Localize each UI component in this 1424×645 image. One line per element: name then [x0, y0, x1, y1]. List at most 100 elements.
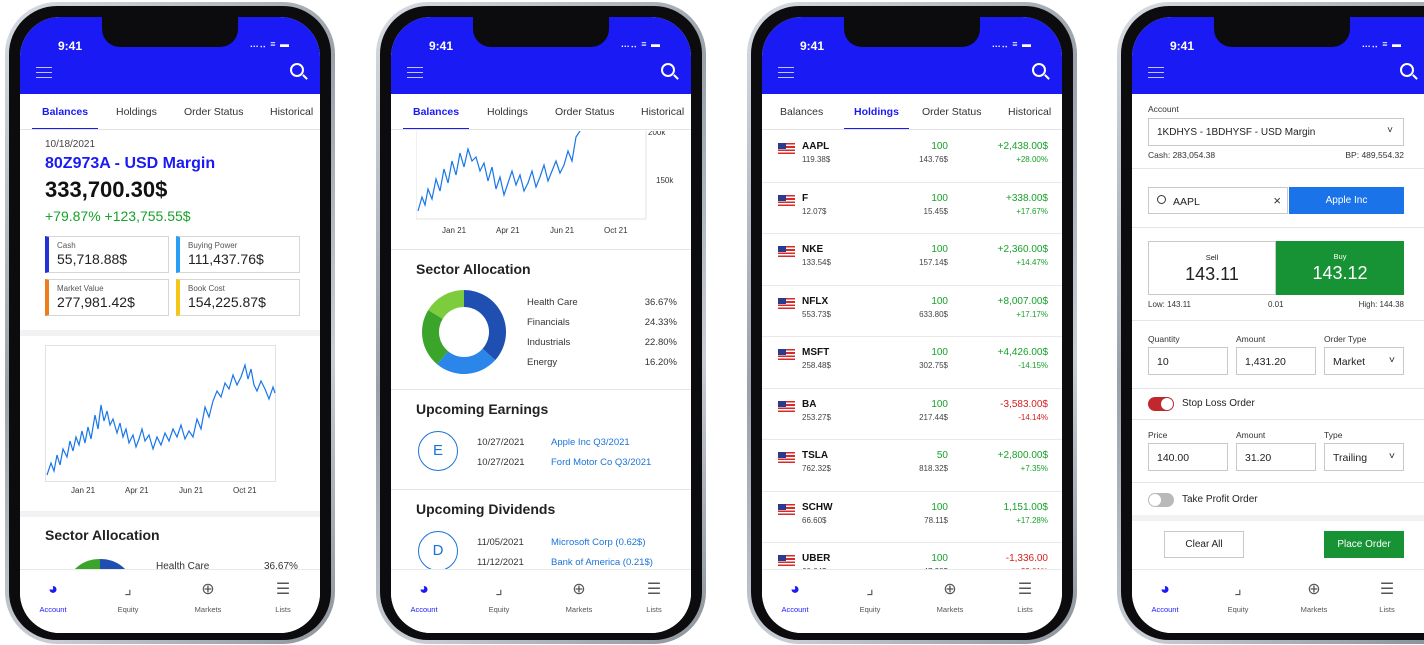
holding-row[interactable]: SCHW 66.60$ 100 78.11$ 1,151.00$ +17.28%	[762, 492, 1062, 543]
type-select[interactable]: Trailing ˅	[1324, 443, 1404, 471]
holding-row[interactable]: TSLA 762.32$ 50 818.32$ +2,800.00$ +7.35%	[762, 440, 1062, 492]
tab-order-status[interactable]: Order Status	[922, 106, 982, 118]
list-icon: ☰	[1017, 581, 1033, 598]
card-value: 154,225.87$	[188, 294, 266, 310]
nav-equity[interactable]: ⌟ Equity	[840, 580, 900, 614]
tab-holdings[interactable]: Holdings	[487, 106, 528, 118]
stop-loss-toggle[interactable]	[1148, 397, 1174, 411]
nav-lists[interactable]: ☰ Lists	[1357, 580, 1417, 614]
globe-icon: ⊕	[943, 581, 957, 598]
nav-account[interactable]: ◕ Account	[765, 580, 825, 614]
donut-segment	[74, 558, 100, 569]
menu-icon[interactable]	[1148, 67, 1164, 78]
holding-price: 762.32$	[802, 464, 831, 473]
tab-order-status[interactable]: Order Status	[184, 106, 244, 118]
nav-markets[interactable]: ⊕ Markets	[920, 580, 980, 614]
account-select[interactable]: 1KDHYS - 1BDHYSF - USD Margin ˅	[1148, 118, 1404, 146]
tab-balances[interactable]: Balances	[402, 106, 470, 129]
amount-input[interactable]: 1,431.20	[1236, 347, 1316, 375]
nav-markets[interactable]: ⊕ Markets	[549, 580, 609, 614]
holding-row[interactable]: F 12.07$ 100 15.45$ +338.00$ +17.67%	[762, 183, 1062, 234]
search-icon	[1157, 195, 1166, 204]
nav-markets[interactable]: ⊕ Markets	[178, 580, 238, 614]
dividend-link[interactable]: Microsoft Corp (0.62$)	[551, 537, 646, 548]
holding-price: 553.73$	[802, 309, 831, 319]
nav-equity[interactable]: ⌟ Equity	[1208, 580, 1268, 614]
company-button[interactable]: Apple Inc	[1289, 187, 1404, 214]
bottom-nav: ◕ Account ⌟ Equity ⊕ Markets ☰ Lists	[391, 569, 691, 633]
sector-name: Health Care	[156, 561, 210, 569]
phone-frame: 9:41 …‥ ≡ ▬ Account 1KDHYS - 1BDHYSF - U…	[1121, 6, 1424, 640]
tab-order-status[interactable]: Order Status	[555, 106, 615, 118]
nav-lists[interactable]: ☰ Lists	[253, 580, 313, 614]
nav-markets[interactable]: ⊕ Markets	[1284, 580, 1344, 614]
earnings-link[interactable]: Apple Inc Q3/2021	[551, 437, 630, 448]
chevron-down-icon: ˅	[1387, 125, 1393, 136]
tab-holdings[interactable]: Holdings	[844, 106, 909, 129]
menu-icon[interactable]	[36, 67, 52, 78]
nav-label: Equity	[859, 605, 881, 614]
search-icon[interactable]	[1400, 63, 1414, 77]
tab-historical[interactable]: Historical	[1008, 106, 1051, 118]
nav-equity[interactable]: ⌟ Equity	[469, 580, 529, 614]
dividend-link[interactable]: Bank of America (0.21$)	[551, 557, 653, 568]
phone-holdings: 9:41 …‥ ≡ ▬ Balances Holdings Order Stat…	[747, 2, 1077, 644]
earnings-link[interactable]: Ford Motor Co Q3/2021	[551, 457, 651, 468]
holding-row[interactable]: UBER60.64$10047.28$-1,336.00+22.01%	[762, 543, 1062, 569]
nav-lists[interactable]: ☰ Lists	[995, 580, 1055, 614]
sell-button[interactable]: Sell 143.11	[1148, 241, 1276, 295]
buy-button[interactable]: Buy 143.12	[1276, 241, 1404, 295]
low-price: Low: 143.11	[1148, 300, 1191, 309]
holding-price: 66.60$	[802, 515, 827, 525]
line-chart-icon: ⌟	[866, 581, 874, 598]
buying-power-card: Buying Power 111,437.76$	[176, 236, 300, 273]
symbol-search-input[interactable]: AAPL ×	[1148, 187, 1288, 214]
chevron-down-icon: ˅	[1388, 450, 1395, 462]
y-tick-150k: 150k	[656, 176, 674, 185]
card-value: 111,437.76$	[188, 251, 264, 267]
holding-row[interactable]: AAPL 119.38$ 100 143.76$ +2,438.00$ +28.00%	[762, 131, 1062, 183]
holding-symbol: NFLX	[802, 295, 829, 307]
order-type-select[interactable]: Market ˅	[1324, 347, 1404, 375]
search-icon[interactable]	[1032, 63, 1046, 77]
holding-pl-pct: +7.35%	[1020, 464, 1048, 473]
search-icon[interactable]	[661, 63, 675, 77]
amount-label: Amount	[1236, 430, 1266, 440]
status-time: 9:41	[429, 39, 454, 53]
list-icon: ☰	[275, 581, 291, 598]
spread: 0.01	[1268, 300, 1284, 309]
stop-amount-input[interactable]: 31.20	[1236, 443, 1316, 471]
nav-account[interactable]: ◕ Account	[394, 580, 454, 614]
place-order-button[interactable]: Place Order	[1324, 531, 1404, 558]
take-profit-toggle[interactable]	[1148, 493, 1174, 507]
tab-balances[interactable]: Balances	[31, 106, 99, 129]
equity-chart: 200k 150k Jan 21 Apr 21 Jun 21 Oct 21	[45, 345, 276, 495]
clear-all-button[interactable]: Clear All	[1164, 531, 1244, 558]
sector-pct: 24.33%	[644, 317, 677, 328]
x-tick: Oct 21	[604, 226, 628, 235]
tab-historical[interactable]: Historical	[641, 106, 684, 118]
clear-icon[interactable]: ×	[1273, 193, 1281, 208]
nav-account[interactable]: ◕ Account	[23, 580, 83, 614]
sector-pct: 16.20%	[644, 357, 677, 368]
account-name[interactable]: 80Z973A - USD Margin	[45, 155, 215, 173]
price-input[interactable]: 140.00	[1148, 443, 1228, 471]
holding-avg-cost: 143.76$	[919, 155, 948, 164]
holding-row[interactable]: NFLX 553.73$ 100 633.80$ +8,007.00$ +17.17%	[762, 286, 1062, 337]
price-label: Price	[1148, 430, 1168, 440]
holding-row[interactable]: NKE 133.54$ 100 157.14$ +2,360.00$ +14.47%	[762, 234, 1062, 286]
search-icon[interactable]	[290, 63, 304, 77]
holding-row[interactable]: BA 253.27$ 100 217.44$ -3,583.00$ -14.14%	[762, 389, 1062, 440]
section-divider	[1132, 227, 1424, 228]
nav-lists[interactable]: ☰ Lists	[624, 580, 684, 614]
quantity-input[interactable]: 10	[1148, 347, 1228, 375]
tab-holdings[interactable]: Holdings	[116, 106, 157, 118]
tab-historical[interactable]: Historical	[270, 106, 313, 118]
menu-icon[interactable]	[407, 67, 423, 78]
menu-icon[interactable]	[778, 67, 794, 78]
tab-balances[interactable]: Balances	[780, 106, 823, 118]
nav-account[interactable]: ◕ Account	[1135, 580, 1195, 614]
holding-row[interactable]: MSFT 258.48$ 100 302.75$ +4,426.00$ -14.15%	[762, 337, 1062, 389]
nav-equity[interactable]: ⌟ Equity	[98, 580, 158, 614]
status-icons: …‥ ≡ ▬	[1361, 39, 1402, 49]
